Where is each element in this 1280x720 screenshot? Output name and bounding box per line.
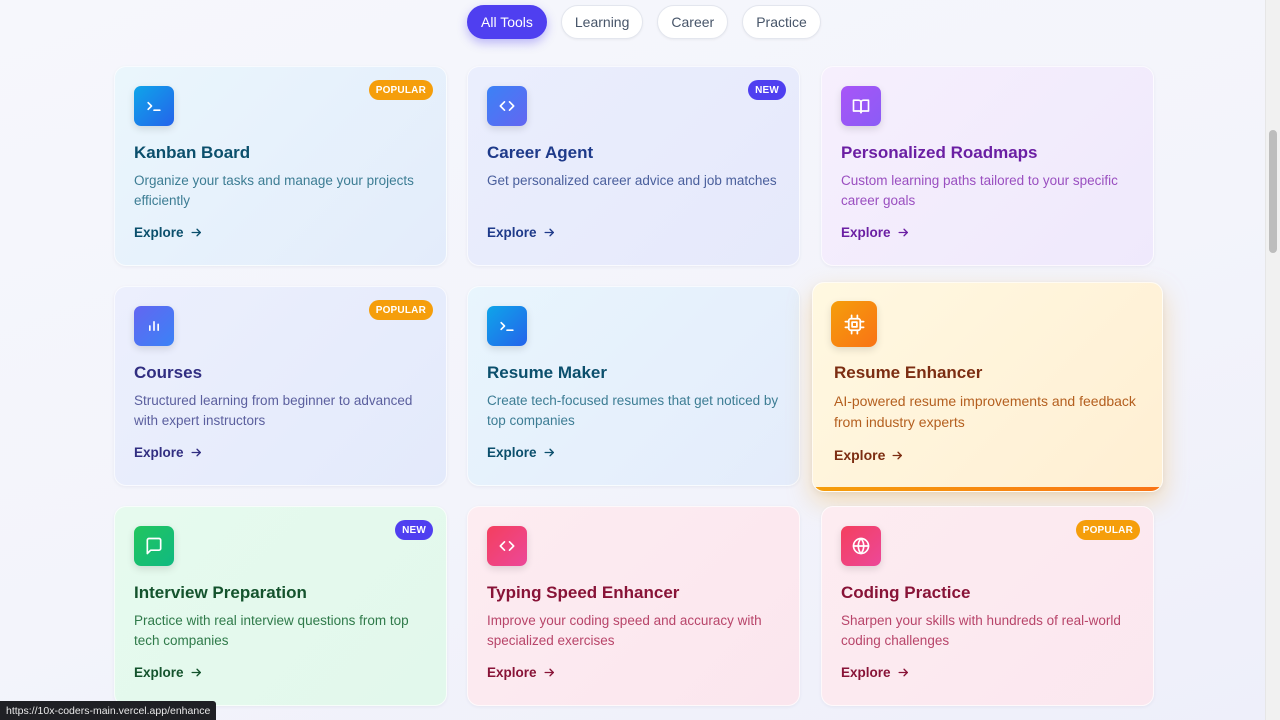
tab-learning[interactable]: Learning xyxy=(560,5,644,39)
link-status-bar: https://10x-coders-main.vercel.app/enhan… xyxy=(0,701,217,720)
card-description: Get personalized career advice and job m… xyxy=(487,173,777,188)
explore-label: Explore xyxy=(134,225,184,240)
tool-card-career-agent[interactable]: NEW Career Agent Get personalized career… xyxy=(467,66,800,266)
code-icon xyxy=(487,86,527,126)
card-title: Kanban Board xyxy=(134,143,251,162)
explore-label: Explore xyxy=(487,665,537,680)
card-description: AI-powered resume improvements and feedb… xyxy=(834,393,1136,430)
explore-label: Explore xyxy=(134,665,184,680)
book-open-icon xyxy=(841,86,881,126)
scrollbar-thumb[interactable] xyxy=(1269,130,1277,253)
card-title: Personalized Roadmaps xyxy=(841,143,1038,162)
message-square-icon xyxy=(134,526,174,566)
card-title: Resume Enhancer xyxy=(834,363,983,382)
tab-all-tools[interactable]: All Tools xyxy=(467,5,547,39)
explore-label: Explore xyxy=(834,447,886,463)
card-description: Improve your coding speed and accuracy w… xyxy=(487,613,762,648)
explore-link[interactable]: Explore xyxy=(834,447,904,463)
terminal-icon xyxy=(134,86,174,126)
arrow-right-icon xyxy=(898,668,908,677)
arrow-right-icon xyxy=(898,228,908,237)
explore-link[interactable]: Explore xyxy=(134,445,203,460)
popular-badge: POPULAR xyxy=(1075,520,1140,540)
card-title: Career Agent xyxy=(487,143,594,162)
terminal-icon xyxy=(487,306,527,346)
new-badge: NEW xyxy=(395,520,433,540)
tool-card-kanban-board[interactable]: POPULAR Kanban Board Organize your tasks… xyxy=(114,66,447,266)
globe-icon xyxy=(841,526,881,566)
card-description: Sharpen your skills with hundreds of rea… xyxy=(841,613,1121,648)
page-scrollbar[interactable] xyxy=(1265,0,1280,720)
card-title: Typing Speed Enhancer xyxy=(487,583,680,602)
tool-card-resume-maker[interactable]: Resume Maker Create tech-focused resumes… xyxy=(467,286,800,486)
arrow-right-icon xyxy=(544,228,554,237)
new-badge: NEW xyxy=(748,80,786,100)
code-icon xyxy=(487,526,527,566)
card-description: Create tech-focused resumes that get not… xyxy=(487,393,779,428)
explore-label: Explore xyxy=(487,225,537,240)
card-title: Resume Maker xyxy=(487,363,608,382)
explore-link[interactable]: Explore xyxy=(134,665,203,680)
status-url: https://10x-coders-main.vercel.app/enhan… xyxy=(6,704,211,717)
arrow-right-icon xyxy=(892,451,903,459)
explore-label: Explore xyxy=(134,445,184,460)
tool-card-typing-speed-enhancer[interactable]: Typing Speed Enhancer Improve your codin… xyxy=(467,506,800,706)
arrow-right-icon xyxy=(191,668,201,677)
tool-card-resume-enhancer[interactable]: Resume Enhancer AI-powered resume improv… xyxy=(812,282,1163,492)
explore-link[interactable]: Explore xyxy=(487,225,556,240)
arrow-right-icon xyxy=(191,448,201,457)
explore-label: Explore xyxy=(487,445,537,460)
cpu-icon xyxy=(831,301,877,347)
card-title: Courses xyxy=(134,363,203,382)
card-title: Interview Preparation xyxy=(134,583,307,602)
tool-card-coding-practice[interactable]: POPULAR Coding Practice Sharpen your ski… xyxy=(821,506,1154,706)
card-description: Practice with real interview questions f… xyxy=(134,613,409,648)
tool-card-personalized-roadmaps[interactable]: Personalized Roadmaps Custom learning pa… xyxy=(821,66,1154,266)
explore-link[interactable]: Explore xyxy=(487,445,556,460)
card-description: Structured learning from beginner to adv… xyxy=(134,393,413,428)
explore-label: Explore xyxy=(841,225,891,240)
tab-practice[interactable]: Practice xyxy=(742,5,821,39)
explore-link[interactable]: Explore xyxy=(841,225,910,240)
explore-link[interactable]: Explore xyxy=(487,665,556,680)
tool-card-courses[interactable]: POPULAR Courses Structured learning from… xyxy=(114,286,447,486)
explore-link[interactable]: Explore xyxy=(841,665,910,680)
explore-link[interactable]: Explore xyxy=(134,225,203,240)
arrow-right-icon xyxy=(191,228,201,237)
bar-chart-icon xyxy=(134,306,174,346)
popular-badge: POPULAR xyxy=(368,300,433,320)
card-description: Custom learning paths tailored to your s… xyxy=(841,173,1118,208)
card-title: Coding Practice xyxy=(841,583,971,602)
arrow-right-icon xyxy=(544,668,554,677)
popular-badge: POPULAR xyxy=(368,80,433,100)
tab-career[interactable]: Career xyxy=(657,5,729,39)
tool-card-interview-preparation[interactable]: NEW Interview Preparation Practice with … xyxy=(114,506,447,706)
explore-label: Explore xyxy=(841,665,891,680)
arrow-right-icon xyxy=(544,448,554,457)
filter-tabs: All Tools Learning Career Practice xyxy=(467,5,821,39)
card-description: Organize your tasks and manage your proj… xyxy=(134,173,414,208)
